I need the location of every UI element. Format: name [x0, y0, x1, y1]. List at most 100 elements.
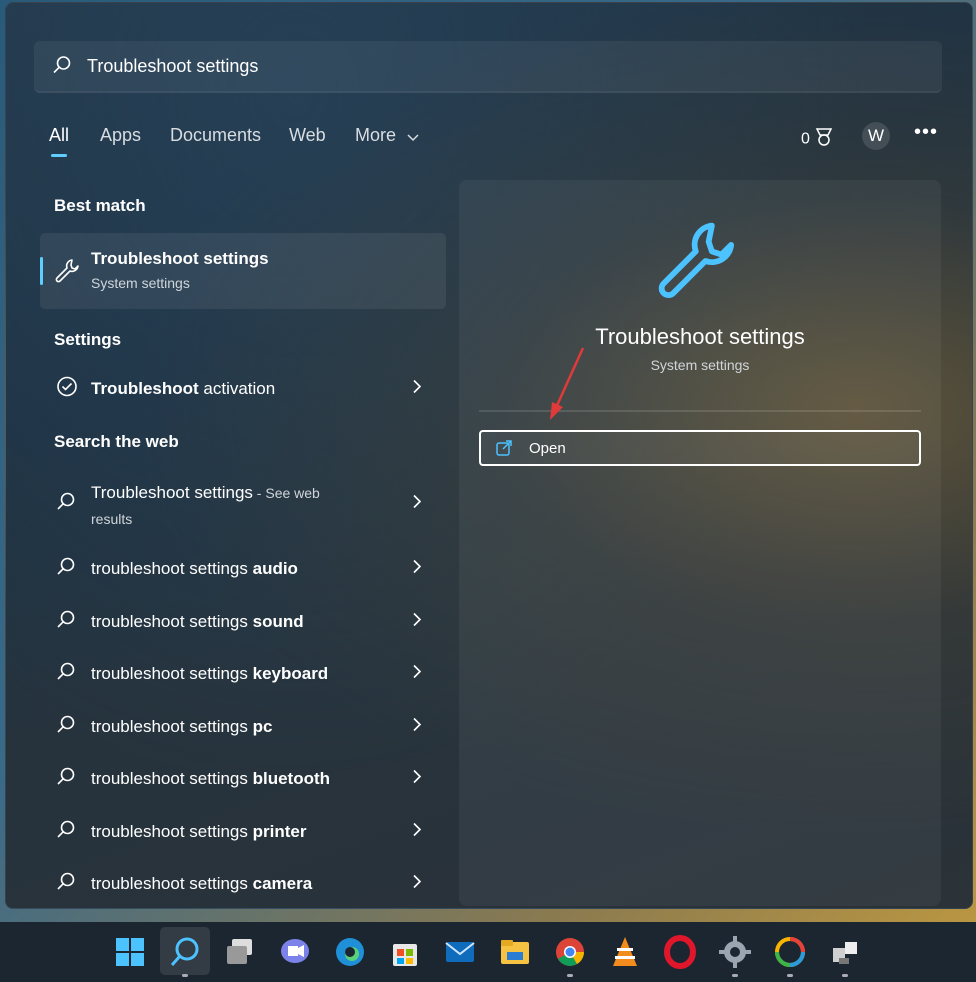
result-label-bold: pc	[252, 716, 273, 736]
chevron-down-icon	[407, 126, 419, 147]
result-label-prefix: troubleshoot settings	[91, 874, 253, 893]
result-label: troubleshoot settings audio	[91, 559, 298, 579]
rewards-points[interactable]: 0	[801, 127, 834, 152]
mail-icon[interactable]	[442, 934, 478, 970]
start-search-panel: Troubleshoot settings All Apps Documents…	[5, 2, 973, 909]
result-label: troubleshoot settings keyboard	[91, 664, 328, 684]
running-indicator	[567, 974, 573, 977]
result-label-bold: bluetooth	[252, 769, 331, 788]
task-view-icon[interactable]	[222, 934, 258, 970]
web-result-bluetooth[interactable]: troubleshoot settings bluetooth	[40, 755, 446, 803]
result-label: Troubleshoot settings - See web	[91, 483, 320, 503]
result-label-bold: printer	[252, 821, 307, 841]
web-result-see-web-results[interactable]: Troubleshoot settings - See web results	[40, 475, 446, 533]
settings-icon[interactable]	[717, 934, 753, 970]
windows-start-icon[interactable]	[112, 934, 148, 970]
web-result-keyboard[interactable]: troubleshoot settings keyboard	[40, 650, 446, 698]
tab-web[interactable]: Web	[289, 125, 326, 146]
search-web-heading: Search the web	[54, 432, 179, 451]
store-icon[interactable]	[387, 934, 423, 970]
search-icon	[52, 55, 72, 80]
results-label: results	[91, 511, 133, 527]
chevron-right-icon	[412, 769, 422, 789]
result-label: troubleshoot settings printer	[91, 822, 306, 842]
edge-icon[interactable]	[332, 934, 368, 970]
result-label: troubleshoot settings bluetooth	[91, 769, 330, 789]
tab-apps[interactable]: Apps	[100, 125, 141, 146]
result-label-rest: activation	[198, 379, 276, 398]
opera-icon[interactable]	[662, 934, 698, 970]
chevron-right-icon	[412, 612, 422, 631]
result-label-prefix: troubleshoot settings	[91, 716, 253, 736]
wrench-icon	[654, 216, 744, 311]
result-label: Troubleshoot activation	[91, 379, 275, 399]
chrome-icon[interactable]	[552, 934, 588, 970]
vlc-icon[interactable]	[607, 934, 643, 970]
search-icon	[56, 609, 76, 634]
chevron-right-icon	[412, 379, 422, 399]
result-label-bold: Troubleshoot	[91, 379, 199, 398]
web-result-printer[interactable]: troubleshoot settings printer	[40, 808, 446, 856]
check-circle-icon	[56, 376, 78, 403]
settings-result-troubleshoot-activation[interactable]: Troubleshoot activation	[40, 365, 446, 413]
web-result-sound[interactable]: troubleshoot settings sound	[40, 598, 446, 646]
search-icon	[56, 872, 76, 897]
tab-more[interactable]: More	[355, 125, 419, 147]
search-icon	[56, 819, 76, 844]
settings-heading: Settings	[54, 330, 122, 349]
result-label: troubleshoot settings sound	[91, 612, 304, 632]
best-match-heading: Best match	[54, 196, 146, 215]
open-button-label: Open	[529, 440, 566, 457]
result-label-bold: camera	[252, 874, 313, 893]
preview-title: Troubleshoot settings	[595, 324, 805, 349]
running-indicator	[842, 974, 848, 977]
more-options-icon[interactable]: •••	[914, 121, 938, 144]
tab-more-label: More	[355, 125, 397, 145]
best-match-subtitle: System settings	[91, 275, 190, 291]
network-app-icon[interactable]	[827, 934, 863, 970]
file-explorer-icon[interactable]	[497, 934, 533, 970]
web-result-audio[interactable]: troubleshoot settings audio	[40, 545, 446, 593]
search-icon	[56, 767, 76, 792]
running-indicator	[732, 974, 738, 977]
result-label: troubleshoot settings camera	[91, 874, 312, 894]
search-icon[interactable]	[167, 934, 203, 970]
chevron-right-icon	[412, 717, 422, 736]
tab-documents[interactable]: Documents	[170, 125, 261, 146]
running-indicator	[182, 974, 188, 977]
best-match-item[interactable]: Troubleshoot settings System settings	[40, 233, 446, 309]
see-web-label: - See web	[252, 485, 320, 501]
points-value: 0	[801, 130, 810, 148]
taskbar	[0, 922, 976, 982]
photos-icon[interactable]	[772, 934, 808, 970]
teams-chat-icon[interactable]	[277, 934, 313, 970]
search-input[interactable]: Troubleshoot settings	[34, 41, 942, 93]
result-label-bold: keyboard	[252, 664, 329, 683]
user-avatar[interactable]: W	[862, 122, 890, 150]
result-label-prefix: troubleshoot settings	[91, 559, 253, 578]
rewards-medal-icon	[814, 128, 834, 151]
result-label-prefix: troubleshoot settings	[91, 611, 253, 631]
best-match-title: Troubleshoot settings	[91, 249, 269, 268]
chevron-right-icon	[412, 822, 422, 841]
preview-pane: Troubleshoot settings System settings Op…	[459, 180, 941, 906]
search-query[interactable]: Troubleshoot settings	[87, 56, 258, 77]
result-label-prefix: troubleshoot settings	[91, 769, 253, 788]
chevron-right-icon	[412, 874, 422, 894]
result-label-prefix: troubleshoot settings	[91, 821, 253, 841]
search-icon	[56, 492, 76, 517]
chevron-right-icon	[412, 664, 422, 684]
annotation-arrow-icon	[550, 347, 585, 420]
result-label-bold: sound	[252, 611, 304, 631]
result-label-bold: audio	[252, 559, 298, 578]
web-result-pc[interactable]: troubleshoot settings pc	[40, 703, 446, 751]
search-icon	[56, 662, 76, 687]
chevron-right-icon	[412, 494, 422, 514]
open-button[interactable]: Open	[479, 430, 921, 466]
web-result-camera[interactable]: troubleshoot settings camera	[40, 860, 446, 908]
result-label: troubleshoot settings pc	[91, 717, 272, 737]
search-icon	[56, 714, 76, 739]
tab-all[interactable]: All	[49, 125, 69, 146]
selection-accent	[40, 257, 43, 285]
open-external-icon	[495, 439, 513, 462]
